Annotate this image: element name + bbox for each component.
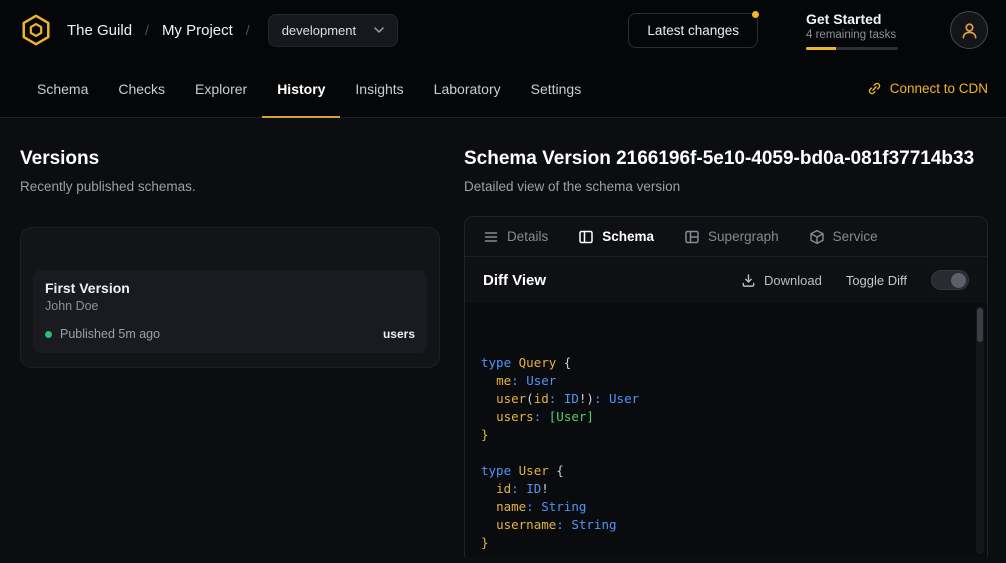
version-list-item[interactable]: First Version John Doe Published 5m ago … [33, 270, 427, 353]
code-line: type User { [481, 462, 963, 480]
code-scrollbar-thumb[interactable] [977, 308, 983, 342]
tab-schema[interactable]: Schema [578, 229, 654, 245]
connect-to-cdn-label: Connect to CDN [890, 81, 988, 96]
code-line: users: [User] [481, 408, 963, 426]
primary-tabs: SchemaChecksExplorerHistoryInsightsLabor… [22, 60, 596, 117]
code-scrollbar [976, 306, 984, 554]
version-meta-row: Published 5m ago users [45, 327, 415, 341]
toggle-knob [951, 273, 966, 288]
target-selector[interactable]: development [268, 14, 398, 47]
get-started-progress-track [806, 47, 898, 50]
tab-laboratory[interactable]: Laboratory [419, 60, 516, 117]
code-lines: type Query { me: User user(id: ID!): Use… [481, 354, 963, 552]
versions-card: First Version John Doe Published 5m ago … [20, 227, 440, 368]
code-line: name: String [481, 498, 963, 516]
supergraph-icon [684, 229, 700, 245]
toggle-diff-label: Toggle Diff [846, 273, 907, 288]
tab-details[interactable]: Details [483, 229, 548, 245]
code-line: user(id: ID!): User [481, 390, 963, 408]
connect-to-cdn-button[interactable]: Connect to CDN [867, 60, 988, 117]
breadcrumb-org[interactable]: The Guild [67, 22, 132, 39]
versions-title: Versions [20, 148, 440, 170]
tab-supergraph[interactable]: Supergraph [684, 229, 779, 245]
breadcrumb-separator: / [246, 22, 250, 38]
code-line: username: String [481, 516, 963, 534]
tab-settings[interactable]: Settings [516, 60, 597, 117]
tab-schema-label: Schema [602, 229, 654, 244]
cube-icon [809, 229, 825, 245]
panel-tabs: Details Schema Sup [465, 217, 987, 257]
diff-view-header: Diff View Download Toggle Diff [465, 257, 987, 303]
list-icon [483, 229, 499, 245]
hive-logo-icon[interactable] [18, 12, 54, 48]
notification-dot [752, 11, 759, 18]
version-service-badge: users [383, 327, 415, 341]
tab-details-label: Details [507, 229, 548, 244]
chevron-down-icon [374, 27, 384, 33]
tab-schema[interactable]: Schema [22, 60, 103, 117]
person-icon [960, 21, 979, 40]
tab-service-label: Service [833, 229, 878, 244]
versions-subtitle: Recently published schemas. [20, 179, 440, 194]
tab-supergraph-label: Supergraph [708, 229, 779, 244]
download-label: Download [764, 273, 822, 288]
code-line: me: User [481, 372, 963, 390]
latest-changes-button[interactable]: Latest changes [628, 13, 758, 48]
top-bar: The Guild / My Project / development Lat… [0, 0, 1006, 60]
tab-explorer[interactable]: Explorer [180, 60, 262, 117]
version-name: First Version [45, 280, 415, 296]
published-status-dot [45, 331, 52, 338]
user-avatar[interactable] [950, 11, 988, 49]
get-started-progress-fill [806, 47, 836, 50]
version-author: John Doe [45, 299, 415, 313]
tab-history[interactable]: History [262, 60, 340, 117]
tab-checks[interactable]: Checks [103, 60, 180, 117]
link-icon [867, 81, 882, 96]
diff-view-actions: Download Toggle Diff [741, 270, 969, 290]
get-started-widget[interactable]: Get Started 4 remaining tasks [806, 11, 906, 50]
version-status: Published 5m ago [60, 327, 160, 341]
diff-view-title: Diff View [483, 272, 546, 289]
get-started-title: Get Started [806, 11, 906, 27]
code-line [481, 444, 963, 462]
breadcrumb-project[interactable]: My Project [162, 22, 233, 39]
schema-version-panel: Details Schema Sup [464, 216, 988, 557]
schema-version-subtitle: Detailed view of the schema version [464, 179, 988, 194]
schema-version-section: Schema Version 2166196f-5e10-4059-bd0a-0… [464, 118, 1006, 563]
primary-nav: SchemaChecksExplorerHistoryInsightsLabor… [0, 60, 1006, 118]
tab-insights[interactable]: Insights [340, 60, 418, 117]
tab-service[interactable]: Service [809, 229, 878, 245]
schema-version-title: Schema Version 2166196f-5e10-4059-bd0a-0… [464, 148, 988, 170]
schema-icon [578, 229, 594, 245]
latest-changes-label: Latest changes [647, 23, 739, 38]
get-started-subtitle: 4 remaining tasks [806, 29, 906, 41]
download-button[interactable]: Download [741, 273, 822, 288]
versions-section: Versions Recently published schemas. Fir… [0, 118, 464, 563]
target-selector-value: development [282, 23, 356, 38]
schema-code-viewer: type Query { me: User user(id: ID!): Use… [465, 303, 987, 557]
toggle-diff-switch[interactable] [931, 270, 969, 290]
code-line: id: ID! [481, 480, 963, 498]
breadcrumb: The Guild / My Project / development [67, 14, 398, 47]
code-line: } [481, 534, 963, 552]
code-line: } [481, 426, 963, 444]
download-icon [741, 273, 756, 288]
main-content: Versions Recently published schemas. Fir… [0, 118, 1006, 563]
breadcrumb-separator: / [145, 22, 149, 38]
code-line: type Query { [481, 354, 963, 372]
